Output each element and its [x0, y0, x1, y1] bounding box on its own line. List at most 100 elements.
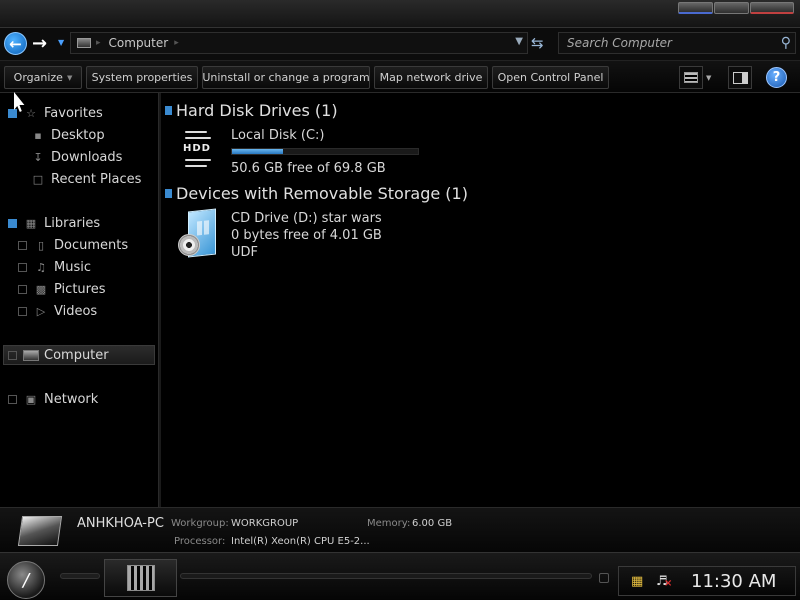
nav-documents[interactable]: ▯ Documents	[18, 235, 128, 255]
group-header-hard-disks[interactable]: Hard Disk Drives (1)	[165, 101, 338, 120]
breadcrumb-computer[interactable]: Computer	[109, 36, 169, 50]
help-button[interactable]: ?	[766, 67, 787, 88]
preview-pane-button[interactable]	[728, 66, 752, 89]
chevron-down-icon[interactable]: ▼	[515, 36, 523, 47]
chevron-down-icon: ▼	[66, 73, 73, 82]
refresh-button[interactable]: ⇆	[531, 34, 544, 52]
disk-usage-bar	[231, 148, 419, 155]
drive-name: Local Disk (C:)	[231, 128, 325, 143]
videos-icon: ▷	[36, 304, 46, 318]
expand-toggle[interactable]	[18, 262, 27, 272]
arrow-left-icon: ←	[9, 34, 22, 53]
preview-pane-icon	[732, 71, 748, 84]
expand-toggle[interactable]	[8, 218, 17, 228]
group-title: Devices with Removable Storage (1)	[176, 184, 468, 203]
minimize-button[interactable]	[678, 2, 713, 14]
nav-label: Favorites	[44, 105, 103, 121]
group-header-removable[interactable]: Devices with Removable Storage (1)	[165, 184, 468, 203]
maximize-button[interactable]	[714, 2, 749, 14]
processor-value: Intel(R) Xeon(R) CPU E5-2...	[231, 536, 370, 547]
search-icon[interactable]: ⚲	[781, 35, 791, 51]
nav-pictures[interactable]: ▩ Pictures	[18, 279, 105, 299]
collapse-toggle[interactable]	[165, 106, 172, 115]
nav-music[interactable]: ♫ Music	[18, 257, 91, 277]
network-status-icon[interactable]: ▦	[631, 574, 643, 589]
address-row: ← → ▼ ▸ Computer ▸ ▼ ⇆ Search Computer ⚲	[0, 28, 800, 60]
mute-icon: ×	[664, 578, 673, 589]
open-control-panel-button[interactable]: Open Control Panel	[492, 66, 609, 89]
map-network-drive-button[interactable]: Map network drive	[374, 66, 488, 89]
downloads-icon: ↧	[33, 150, 43, 164]
taskbar-groove	[180, 573, 592, 579]
taskbar-explorer-button[interactable]	[104, 559, 177, 597]
open-control-panel-label: Open Control Panel	[497, 71, 604, 84]
nav-favorites[interactable]: ☆ Favorites	[8, 103, 103, 123]
nav-label: Desktop	[51, 127, 105, 143]
change-view-button[interactable]	[679, 66, 703, 89]
chevron-right-icon[interactable]: ▸	[174, 38, 179, 48]
computer-icon	[77, 38, 91, 48]
computer-icon	[17, 516, 63, 546]
hdd-icon-stroke	[185, 137, 211, 139]
expand-toggle[interactable]	[18, 284, 27, 294]
start-button[interactable]: /	[7, 561, 45, 599]
search-input[interactable]: Search Computer ⚲	[558, 32, 796, 54]
expand-toggle[interactable]	[18, 240, 27, 250]
clock[interactable]: 11:30 AM	[691, 571, 776, 592]
back-button[interactable]: ←	[4, 32, 27, 55]
chevron-right-icon[interactable]: ▸	[96, 38, 101, 48]
drive-filesystem: UDF	[231, 245, 259, 260]
nav-computer[interactable]: Computer	[3, 345, 155, 365]
nav-recent-places[interactable]: □ Recent Places	[30, 169, 142, 189]
help-icon: ?	[772, 70, 781, 85]
uninstall-program-label: Uninstall or change a program	[202, 71, 370, 84]
nav-network[interactable]: ▣ Network	[8, 389, 98, 409]
hdd-icon-stroke	[185, 131, 207, 133]
address-bar[interactable]: ▸ Computer ▸ ▼	[70, 32, 528, 54]
nav-label: Libraries	[44, 215, 101, 231]
organize-label: Organize	[13, 71, 63, 84]
expand-toggle[interactable]	[18, 306, 27, 316]
system-properties-button[interactable]: System properties	[86, 66, 198, 89]
nav-videos[interactable]: ▷ Videos	[18, 301, 97, 321]
recent-places-icon: □	[32, 172, 44, 186]
nav-libraries[interactable]: ▦ Libraries	[8, 213, 100, 233]
drive-free-space: 50.6 GB free of 69.8 GB	[231, 161, 386, 176]
forward-button[interactable]: →	[32, 33, 47, 54]
window-titlebar[interactable]	[0, 0, 800, 28]
uninstall-program-button[interactable]: Uninstall or change a program	[202, 66, 370, 89]
nav-label: Music	[54, 259, 91, 275]
group-title: Hard Disk Drives (1)	[176, 101, 338, 120]
navigation-pane: ☆ Favorites ▪ Desktop ↧ Downloads □ Rece…	[0, 93, 158, 507]
view-options-dropdown[interactable]: ▼	[706, 74, 711, 82]
refresh-icon: ⇆	[531, 34, 544, 52]
expand-toggle[interactable]	[8, 108, 17, 118]
map-network-drive-label: Map network drive	[379, 71, 483, 84]
start-orb-icon: /	[22, 569, 30, 591]
close-button[interactable]	[750, 2, 794, 14]
nav-label: Recent Places	[51, 171, 142, 187]
collapse-toggle[interactable]	[165, 189, 172, 198]
recent-pages-dropdown[interactable]: ▼	[58, 38, 64, 47]
hdd-icon-stroke	[185, 159, 211, 161]
system-properties-label: System properties	[91, 71, 193, 84]
expand-toggle[interactable]	[8, 394, 17, 404]
nav-downloads[interactable]: ↧ Downloads	[30, 147, 122, 167]
view-details-icon	[684, 72, 698, 83]
nav-desktop[interactable]: ▪ Desktop	[30, 125, 105, 145]
computer-icon	[23, 350, 39, 361]
taskbar-end-handle[interactable]	[599, 573, 609, 583]
notification-area: ▦ ♬ × 11:30 AM	[618, 566, 796, 596]
star-icon: ☆	[26, 106, 36, 120]
expand-toggle[interactable]	[8, 350, 17, 360]
disk-usage-fill	[232, 149, 284, 154]
library-icon: ▦	[25, 216, 37, 230]
desktop-icon: ▪	[34, 128, 42, 142]
workgroup-label: Workgroup:	[171, 518, 229, 529]
organize-button[interactable]: Organize ▼	[4, 66, 82, 89]
cd-disc-shape	[178, 234, 200, 256]
command-bar: Organize ▼ System properties Uninstall or…	[0, 60, 800, 93]
nav-label: Network	[44, 391, 99, 407]
network-icon: ▣	[25, 392, 37, 406]
nav-label: Pictures	[54, 281, 106, 297]
